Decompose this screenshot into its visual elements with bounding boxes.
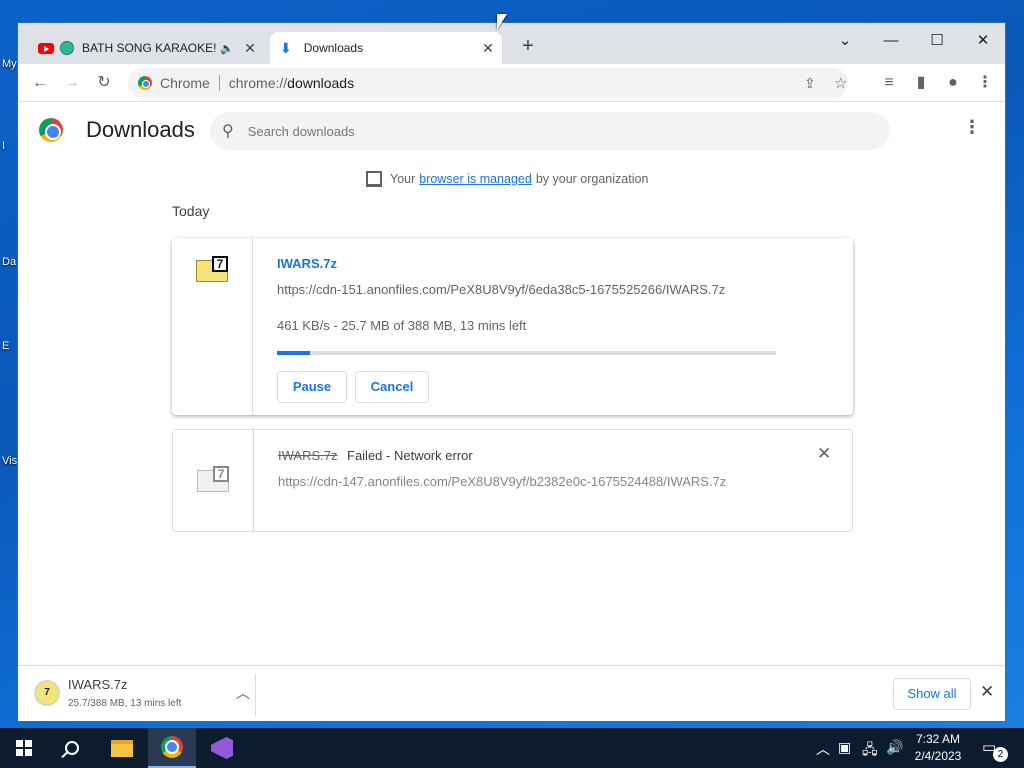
taskbar-file-explorer[interactable] — [98, 728, 146, 768]
tab-title: Downloads — [303, 41, 364, 55]
minimize-button[interactable]: — — [869, 27, 913, 55]
desktop-icon-label[interactable]: My — [2, 58, 17, 70]
pause-button[interactable]: Pause — [277, 371, 347, 403]
search-input[interactable] — [247, 123, 808, 139]
show-all-button[interactable]: Show all — [893, 678, 971, 710]
chrome-window: BATH SONG KARAOKE! 🔈 ✕ ⬇ Downloads ✕ + ⌄… — [17, 22, 1006, 722]
desktop-icon-label[interactable]: Vis — [2, 455, 17, 467]
date-heading: Today — [172, 203, 210, 219]
file-url-link[interactable]: https://cdn-151.anonfiles.com/PeX8U8V9yf… — [277, 282, 725, 297]
url-path: downloads — [287, 75, 355, 91]
menu-icon[interactable]: ⋮ — [972, 70, 998, 96]
maximize-button[interactable]: ☐ — [915, 27, 959, 55]
file-name-link[interactable]: IWARS.7z — [277, 256, 337, 271]
toolbar: ← → ↻ Chrome chrome://downloads ⇪ ☆ ≡ ▮ … — [18, 64, 1005, 102]
desktop-icon-label[interactable]: E — [2, 340, 9, 352]
desktop-icon-label[interactable]: I — [2, 140, 5, 152]
remove-item-icon[interactable]: ✕ — [817, 444, 831, 464]
shelf-file-name: IWARS.7z — [68, 677, 128, 692]
downloads-page: Downloads ⚲ ⋮ Your browser is managed by… — [18, 103, 1005, 665]
reload-button[interactable]: ↻ — [91, 70, 117, 96]
url-text[interactable]: chrome://downloads — [229, 75, 354, 91]
shelf-divider — [255, 674, 256, 716]
clock-date: 2/4/2023 — [914, 749, 962, 763]
security-icon[interactable]: ▣ — [838, 739, 851, 756]
managed-suffix: by your organization — [535, 172, 649, 186]
share-icon[interactable]: ⇪ — [804, 75, 816, 92]
media-icon[interactable]: ≡ — [876, 70, 902, 96]
shelf-progress-text: 25.7/388 MB, 13 mins left — [68, 698, 182, 709]
search-bar[interactable]: ⚲ — [210, 112, 890, 150]
folder-icon — [111, 739, 133, 757]
windows-icon — [16, 740, 32, 756]
file-url-link[interactable]: https://cdn-147.anonfiles.com/PeX8U8V9yf… — [278, 474, 726, 489]
network-icon[interactable]: 🖧 — [862, 739, 878, 763]
managed-notice: Your browser is managed by your organiza… — [366, 171, 648, 187]
file-icon-column: 7 — [173, 430, 254, 531]
url-scheme: chrome:// — [228, 75, 288, 91]
taskbar: ︿ ▣ 🖧 🔊 7:32 AM 2/4/2023 ▭ 2 — [0, 728, 1024, 768]
side-panel-icon[interactable]: ▮ — [908, 70, 934, 96]
download-item-active: 7 IWARS.7z https://cdn-151.anonfiles.com… — [172, 238, 853, 415]
new-tab-button[interactable]: + — [516, 35, 540, 59]
omnibox-chip: Chrome — [160, 75, 210, 91]
7z-file-icon: 7 — [34, 680, 60, 706]
extension-icon — [60, 41, 74, 55]
failure-status: Failed - Network error — [347, 448, 473, 463]
clock[interactable]: 7:32 AM 2/4/2023 — [908, 731, 968, 765]
profile-icon[interactable]: ● — [940, 70, 966, 96]
managed-link[interactable]: browser is managed — [419, 172, 532, 186]
chrome-icon — [161, 736, 183, 758]
download-item-failed: 7 IWARS.7z Failed - Network error https:… — [172, 429, 853, 532]
audio-icon[interactable]: 🔈 — [220, 42, 234, 55]
chrome-logo-icon — [39, 118, 63, 142]
tab-search-icon[interactable]: ⌄ — [823, 27, 867, 55]
more-actions-icon[interactable]: ⋮ — [962, 117, 982, 143]
tab-bath-song[interactable]: BATH SONG KARAOKE! 🔈 ✕ — [28, 32, 264, 64]
file-name: IWARS.7z — [278, 448, 338, 463]
download-shelf: 7 IWARS.7z 25.7/388 MB, 13 mins left ︿ S… — [18, 665, 1005, 721]
chrome-icon — [138, 76, 152, 90]
back-button[interactable]: ← — [27, 70, 53, 96]
volume-icon[interactable]: 🔊 — [886, 739, 903, 756]
youtube-icon — [38, 42, 54, 54]
clock-time: 7:32 AM — [915, 732, 961, 746]
start-button[interactable] — [0, 728, 48, 768]
mouse-cursor — [497, 14, 507, 30]
chevron-up-icon[interactable]: ︿ — [816, 739, 830, 759]
visual-studio-icon — [211, 737, 233, 759]
progress-fill — [277, 351, 310, 355]
taskbar-visual-studio[interactable] — [198, 728, 246, 768]
forward-button[interactable]: → — [59, 70, 85, 96]
download-status: 461 KB/s - 25.7 MB of 388 MB, 13 mins le… — [277, 318, 527, 333]
notification-badge: 2 — [993, 747, 1008, 762]
desktop-icon-label[interactable]: Da — [2, 256, 16, 268]
omnibox-divider — [218, 75, 220, 91]
bookmark-star-icon[interactable]: ☆ — [834, 74, 847, 92]
download-icon: ⬇ — [280, 39, 292, 56]
7z-file-icon: 7 — [197, 466, 229, 492]
tab-title: BATH SONG KARAOKE! — [82, 41, 217, 55]
close-icon[interactable]: ✕ — [478, 40, 498, 57]
building-icon — [366, 171, 382, 187]
search-icon — [65, 741, 79, 755]
managed-prefix: Your — [390, 172, 416, 186]
close-icon[interactable]: ✕ — [240, 40, 260, 57]
taskbar-chrome[interactable] — [148, 728, 196, 768]
shelf-download-item[interactable]: 7 IWARS.7z 25.7/388 MB, 13 mins left ︿ — [30, 674, 254, 718]
address-bar[interactable]: Chrome chrome://downloads ⇪ ☆ — [128, 68, 848, 98]
page-title: Downloads — [86, 117, 195, 142]
tab-downloads[interactable]: ⬇ Downloads ✕ — [270, 32, 502, 64]
close-window-button[interactable]: ✕ — [961, 27, 1005, 55]
search-icon: ⚲ — [222, 123, 234, 140]
7z-file-icon: 7 — [196, 256, 228, 282]
close-shelf-icon[interactable]: ✕ — [980, 682, 994, 702]
search-button[interactable] — [48, 728, 96, 768]
file-icon-column: 7 — [172, 238, 253, 415]
download-progress-bar — [277, 351, 776, 355]
tab-strip: BATH SONG KARAOKE! 🔈 ✕ ⬇ Downloads ✕ + ⌄… — [18, 23, 1005, 64]
cancel-button[interactable]: Cancel — [355, 371, 429, 403]
chevron-up-icon[interactable]: ︿ — [236, 683, 250, 703]
